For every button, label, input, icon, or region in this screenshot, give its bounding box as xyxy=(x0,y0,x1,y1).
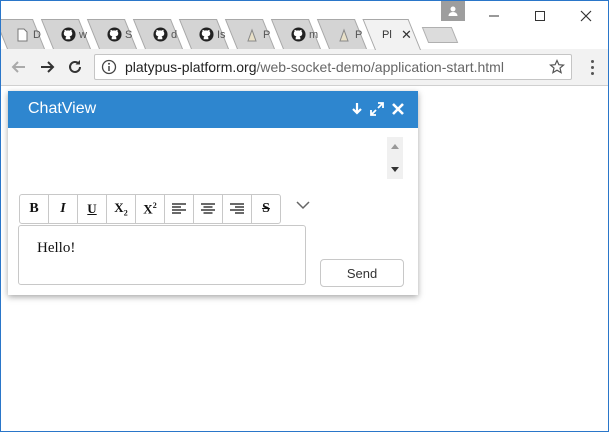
tab[interactable]: d xyxy=(132,19,183,49)
github-icon xyxy=(198,27,214,43)
message-scrollbar[interactable] xyxy=(387,137,403,179)
browser-toolbar: platypus-platform.org/web-socket-demo/ap… xyxy=(1,49,608,86)
tab[interactable]: w xyxy=(40,19,91,49)
menu-icon[interactable] xyxy=(586,57,598,77)
align-center-icon xyxy=(201,203,215,214)
tab-title: D xyxy=(33,28,41,41)
expand-icon[interactable] xyxy=(368,100,386,118)
tab-title: m xyxy=(309,28,319,41)
subscript-button[interactable]: X2 xyxy=(106,194,136,224)
close-window-icon[interactable] xyxy=(563,1,608,31)
tab-title: Pl xyxy=(382,29,392,41)
superscript-button[interactable]: X2 xyxy=(135,194,165,224)
github-icon xyxy=(106,27,122,43)
new-tab-button[interactable] xyxy=(421,27,459,43)
tab[interactable]: P xyxy=(224,19,275,49)
profile-icon[interactable] xyxy=(441,1,465,21)
url-host: platypus-platform.org xyxy=(125,59,257,75)
forward-icon[interactable] xyxy=(37,57,57,77)
tab[interactable]: D xyxy=(1,19,46,49)
address-bar[interactable]: platypus-platform.org/web-socket-demo/ap… xyxy=(94,54,572,80)
close-icon[interactable] xyxy=(389,100,407,118)
align-left-icon xyxy=(172,203,186,214)
subscript-icon: X2 xyxy=(114,200,128,218)
github-icon xyxy=(60,27,76,43)
tab[interactable]: m xyxy=(270,19,321,49)
tab-title: w xyxy=(79,28,87,41)
page-icon xyxy=(336,27,352,43)
strikethrough-button[interactable]: S xyxy=(251,194,281,224)
title-bar: D w S d Is P m P Pl ✕ xyxy=(1,1,608,50)
chevron-down-icon[interactable] xyxy=(296,199,310,211)
tab[interactable]: P xyxy=(316,19,367,49)
align-right-icon xyxy=(230,203,244,214)
github-icon xyxy=(290,27,306,43)
chat-header: ChatView xyxy=(8,91,418,128)
italic-icon: I xyxy=(60,201,66,216)
superscript-icon: X2 xyxy=(143,200,157,217)
tab-title: Is xyxy=(217,28,226,41)
tab-title: S xyxy=(125,28,133,41)
underline-button[interactable]: U xyxy=(77,194,107,224)
tab-title: P xyxy=(263,28,271,41)
maximize-icon[interactable] xyxy=(517,1,563,31)
minimize-arrow-icon[interactable] xyxy=(348,100,366,118)
chat-title: ChatView xyxy=(28,100,97,117)
tab-active[interactable]: Pl ✕ xyxy=(362,19,421,50)
reload-icon[interactable] xyxy=(65,57,85,77)
tab-title: P xyxy=(355,28,363,41)
bold-button[interactable]: B xyxy=(19,194,49,224)
editor-text: Hello! xyxy=(37,240,76,256)
url-path: /web-socket-demo/application-start.html xyxy=(256,59,504,75)
format-toolbar: B I U X2 X2 S xyxy=(19,194,281,224)
tab-strip: D w S d Is P m P Pl ✕ xyxy=(1,19,477,50)
send-button[interactable]: Send xyxy=(320,259,404,287)
bookmark-star-icon[interactable] xyxy=(549,59,565,75)
chat-window: ChatView B I U X2 X2 S Hello! Send xyxy=(8,91,418,295)
tab[interactable]: Is xyxy=(178,19,229,49)
tab-title: d xyxy=(171,28,178,41)
align-center-button[interactable] xyxy=(193,194,223,224)
page-icon xyxy=(244,27,260,43)
align-right-button[interactable] xyxy=(222,194,252,224)
close-tab-icon[interactable]: ✕ xyxy=(401,27,412,43)
underline-icon: U xyxy=(87,201,97,216)
message-editor[interactable]: Hello! xyxy=(18,225,306,285)
url-text: platypus-platform.org/web-socket-demo/ap… xyxy=(125,59,504,75)
info-icon[interactable] xyxy=(101,59,117,75)
italic-button[interactable]: I xyxy=(48,194,78,224)
scroll-up-icon[interactable] xyxy=(387,139,403,153)
github-icon xyxy=(152,27,168,43)
strikethrough-icon: S xyxy=(262,201,270,216)
align-left-button[interactable] xyxy=(164,194,194,224)
browser-window: D w S d Is P m P Pl ✕ platypus-platform.… xyxy=(0,0,609,432)
document-icon xyxy=(14,27,30,43)
tab[interactable]: S xyxy=(86,19,137,49)
minimize-icon[interactable] xyxy=(471,1,517,31)
back-icon[interactable] xyxy=(9,57,29,77)
bold-icon: B xyxy=(29,201,39,216)
scroll-down-icon[interactable] xyxy=(387,163,403,177)
